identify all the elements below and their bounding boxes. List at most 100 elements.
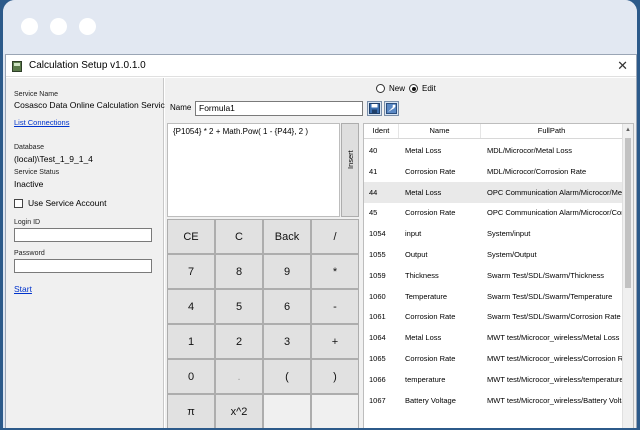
window-title: Calculation Setup v1.0.1.0 — [29, 60, 146, 71]
login-id-input[interactable] — [14, 228, 152, 242]
cell-fullpath: MWT test/Microcor_wireless/Metal Loss — [487, 333, 620, 343]
key-0[interactable]: 0 — [167, 359, 215, 394]
key-minus[interactable]: - — [311, 289, 359, 324]
cell-fullpath: MWT test/Microcor_wireless/temperature — [487, 374, 623, 384]
table-row[interactable]: 1061 Corrosion Rate Swarm Test/SDL/Swarm/C… — [364, 306, 623, 327]
use-service-account-label: Use Service Account — [28, 198, 107, 208]
key-3[interactable]: 3 — [263, 324, 311, 359]
key-square[interactable]: x^2 — [215, 394, 263, 428]
table-row[interactable]: 1060 Temperature Swarm Test/SDL/Swarm/Temp… — [364, 286, 623, 307]
header-name[interactable]: Name — [399, 124, 481, 138]
settings-tool-icon[interactable] — [384, 101, 399, 116]
chrome-dot — [21, 18, 38, 35]
key-c[interactable]: C — [215, 219, 263, 254]
key-2[interactable]: 2 — [215, 324, 263, 359]
key-7[interactable]: 7 — [167, 254, 215, 289]
keypad: CE C Back / 7 8 9 * 4 5 6 - 1 2 3 + 0 . … — [167, 219, 359, 428]
key-5[interactable]: 5 — [215, 289, 263, 324]
cell-name: Metal Loss — [405, 146, 442, 155]
cell-name: Corrosion Rate — [405, 166, 456, 176]
cell-ident: 1055 — [369, 250, 386, 259]
service-status-value: Inactive — [14, 179, 44, 189]
save-icon[interactable] — [367, 101, 382, 116]
cell-ident: 1061 — [369, 312, 386, 322]
table-row[interactable]: 40 Metal Loss MDL/Microcor/Metal Loss — [364, 140, 623, 161]
cell-fullpath: MWT test/Microcor_wireless/Battery Volta… — [487, 395, 623, 405]
password-label: Password — [14, 250, 45, 257]
new-radio-label: New — [389, 84, 406, 93]
name-input[interactable]: Formula1 — [195, 101, 363, 116]
table-row[interactable]: 1066 temperature MWT test/Microcor_wireles… — [364, 369, 623, 390]
cell-name: Thickness — [405, 270, 439, 280]
login-id-label: Login ID — [14, 219, 41, 226]
close-icon[interactable]: ✕ — [617, 58, 628, 74]
scrollbar-thumb[interactable] — [625, 138, 631, 288]
cell-name: Temperature — [405, 291, 448, 301]
cell-fullpath: Swarm Test/SDL/Swarm/Thickness — [487, 270, 604, 280]
cell-fullpath: MWT test/Microcor_wireless/Corrosion Rat… — [487, 354, 623, 363]
app-window: Calculation Setup v1.0.1.0 ✕ Service Nam… — [5, 54, 637, 428]
table-row[interactable]: 1067 Battery Voltage MWT test/Microcor_wir… — [364, 390, 623, 411]
scroll-up-icon[interactable]: ▲ — [625, 127, 631, 133]
list-connections-link[interactable]: List Connections — [14, 118, 69, 127]
key-ce[interactable]: CE — [167, 219, 215, 254]
key-9[interactable]: 9 — [263, 254, 311, 289]
insert-button[interactable]: Insert — [341, 123, 359, 217]
cell-ident: 1054 — [369, 229, 386, 239]
key-4[interactable]: 4 — [167, 289, 215, 324]
key-pi[interactable]: π — [167, 394, 215, 428]
use-service-account-checkbox[interactable] — [14, 199, 23, 208]
key-6[interactable]: 6 — [263, 289, 311, 324]
edit-radio[interactable] — [409, 84, 418, 93]
cell-ident: 1060 — [369, 291, 386, 301]
cell-name: Corrosion Rate — [405, 312, 456, 322]
key-open-paren[interactable]: ( — [263, 359, 311, 394]
table-row[interactable]: 1065 Corrosion Rate MWT test/Microcor_wire… — [364, 348, 623, 369]
table-row[interactable]: 1054 input System/input — [364, 223, 623, 244]
key-1[interactable]: 1 — [167, 324, 215, 359]
cell-fullpath: Swarm Test/SDL/Swarm/Temperature — [487, 291, 613, 301]
cell-name: temperature — [405, 374, 446, 384]
insert-button-label: Insert — [346, 150, 355, 169]
key-decimal[interactable]: . — [215, 359, 263, 394]
key-8[interactable]: 8 — [215, 254, 263, 289]
cell-fullpath: MDL/Microcor/Corrosion Rate — [487, 166, 587, 176]
cell-name: input — [405, 229, 422, 239]
key-multiply[interactable]: * — [311, 254, 359, 289]
table-row[interactable]: 45 Corrosion Rate OPC Communication Alarm/… — [364, 202, 623, 223]
table-row[interactable]: 1059 Thickness Swarm Test/SDL/Swarm/Thickn… — [364, 265, 623, 286]
service-name-label: Service Name — [14, 91, 58, 98]
key-plus[interactable]: + — [311, 324, 359, 359]
cell-ident: 1059 — [369, 270, 386, 280]
header-ident[interactable]: Ident — [364, 124, 399, 138]
cell-ident: 40 — [369, 146, 378, 155]
cell-name: Corrosion Rate — [405, 354, 456, 363]
header-fullpath[interactable]: FullPath — [481, 124, 623, 138]
cell-ident: 1067 — [369, 395, 386, 405]
cell-fullpath: MDL/Microcor/Metal Loss — [487, 146, 573, 155]
new-radio[interactable] — [376, 84, 385, 93]
table-row[interactable]: 41 Corrosion Rate MDL/Microcor/Corrosion R… — [364, 161, 623, 182]
key-back[interactable]: Back — [263, 219, 311, 254]
table-row[interactable]: 44 Metal Loss OPC Communication Alarm/Micr… — [364, 181, 623, 203]
password-input[interactable] — [14, 259, 152, 273]
service-name-value: Cosasco Data Online Calculation Service — [14, 100, 170, 110]
cell-ident: 41 — [369, 166, 378, 176]
table-row[interactable]: 1064 Metal Loss MWT test/Microcor_wireless… — [364, 327, 623, 348]
key-close-paren[interactable]: ) — [311, 359, 359, 394]
key-divide[interactable]: / — [311, 219, 359, 254]
cell-name: Metal Loss — [405, 333, 442, 343]
title-bar: Calculation Setup v1.0.1.0 ✕ — [6, 55, 636, 77]
cell-fullpath: Swarm Test/SDL/Swarm/Corrosion Rate — [487, 312, 621, 322]
database-label: Database — [14, 144, 44, 151]
table-row[interactable]: 1055 Output System/Output — [364, 244, 623, 265]
edit-radio-label: Edit — [422, 84, 436, 93]
grid-scrollbar[interactable]: ▲ — [622, 124, 633, 428]
name-label: Name — [170, 103, 192, 112]
start-link[interactable]: Start — [14, 284, 32, 294]
chrome-dot — [79, 18, 96, 35]
cell-name: Output — [405, 250, 428, 259]
chrome-dot — [50, 18, 67, 35]
formula-textbox[interactable]: {P1054} * 2 + Math.Pow( 1 - {P44}, 2 ) — [167, 123, 340, 217]
cell-fullpath: System/input — [487, 229, 531, 239]
